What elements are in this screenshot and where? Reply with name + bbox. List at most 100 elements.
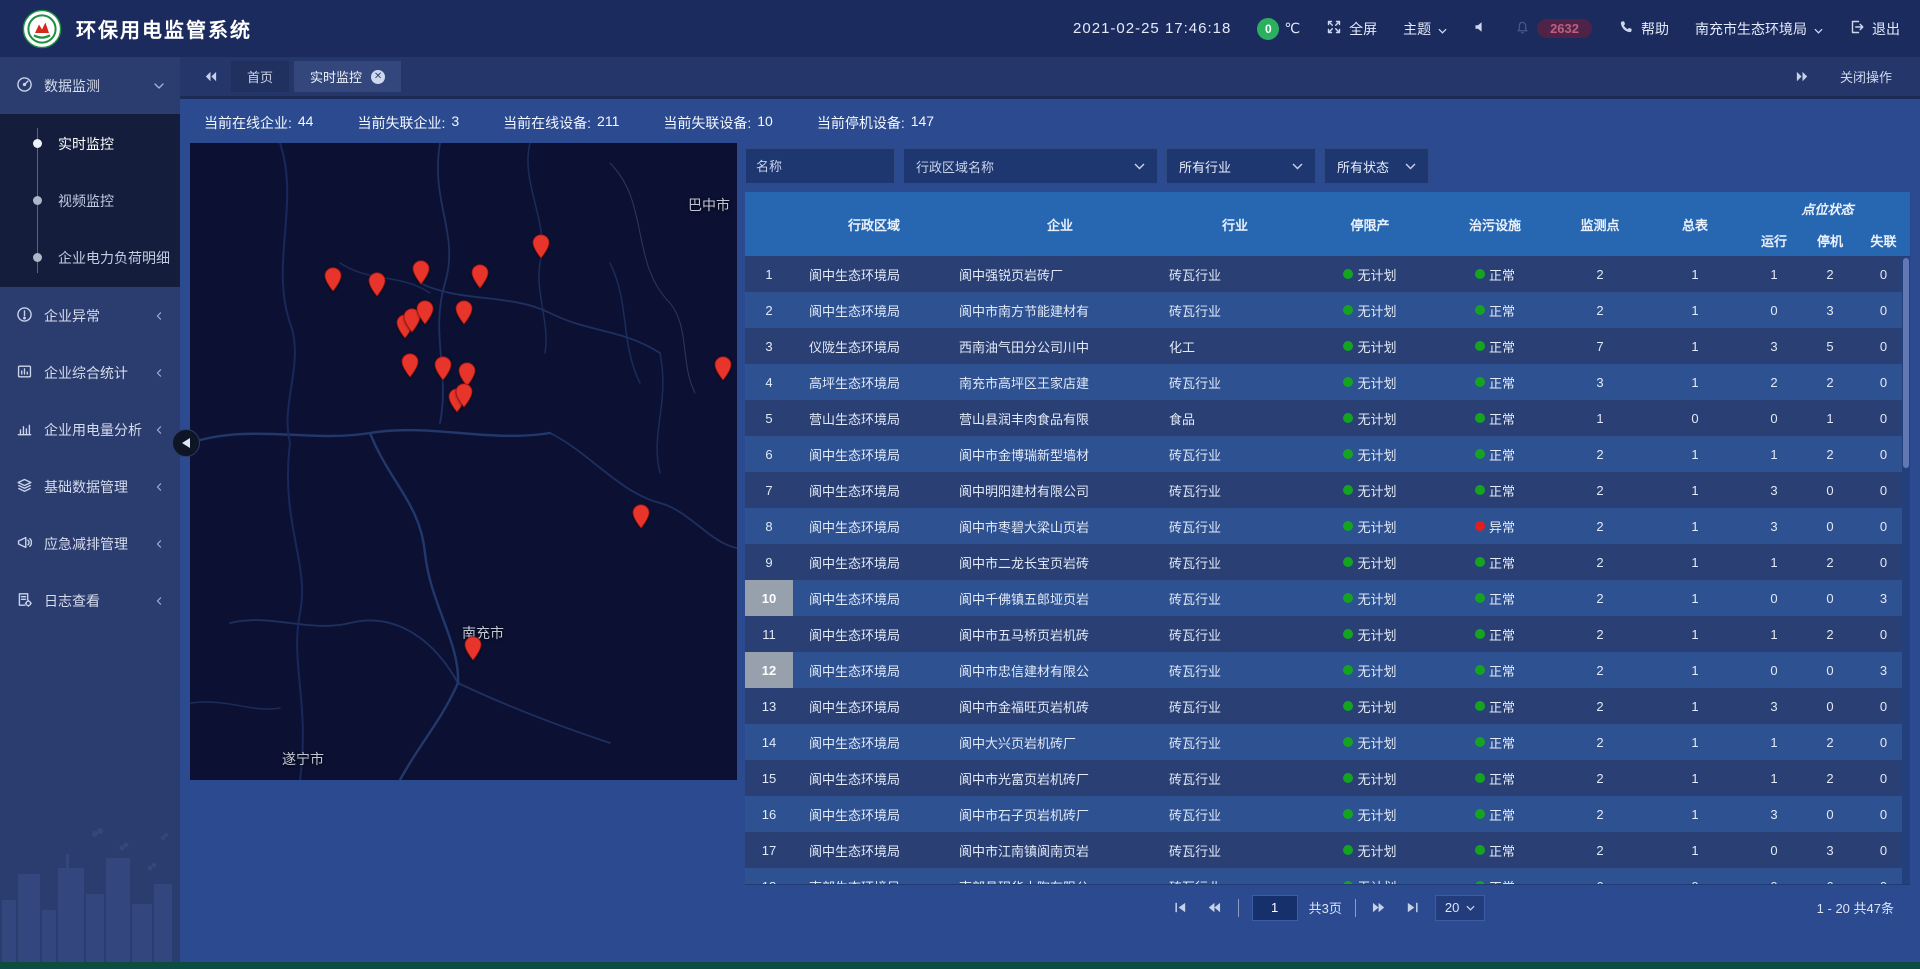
- facility-status-cell: 正常: [1435, 652, 1555, 688]
- table-row[interactable]: 18南部生态环境局南部县砚华土陶有限公砖瓦行业无计划正常60060: [745, 868, 1910, 884]
- help-button[interactable]: 帮助: [1618, 19, 1669, 39]
- prev-page-button[interactable]: [1203, 897, 1225, 919]
- table-row[interactable]: 1阆中生态环境局阆中强锐页岩砖厂砖瓦行业无计划正常21120: [745, 256, 1910, 292]
- table-row[interactable]: 15阆中生态环境局阆中市光富页岩机砖厂砖瓦行业无计划正常21120: [745, 760, 1910, 796]
- sidebar-subitem-label: 实时监控: [58, 134, 114, 154]
- tabs-scroll-right-button[interactable]: [1795, 63, 1810, 91]
- status-dot-icon: [1343, 269, 1353, 279]
- stop-count-cell: 3: [1803, 292, 1857, 328]
- status-dot-icon: [1343, 809, 1353, 819]
- region-cell: 仪陇生态环境局: [793, 328, 955, 364]
- company-cell: 阆中市枣碧大梁山页岩: [955, 508, 1165, 544]
- region-select[interactable]: 行政区域名称: [903, 148, 1158, 184]
- page-size-select[interactable]: 20: [1435, 895, 1485, 921]
- sidebar-item-label: 企业用电量分析: [44, 420, 142, 440]
- map-panel[interactable]: 巴中市南充市遂宁市: [190, 143, 737, 780]
- notification-area[interactable]: 2632: [1515, 19, 1592, 38]
- table-row[interactable]: 12阆中生态环境局阆中市忠信建材有限公砖瓦行业无计划正常21003: [745, 652, 1910, 688]
- page-number-input[interactable]: [1252, 895, 1298, 921]
- map-pin-icon[interactable]: [416, 300, 434, 325]
- table-scrollbar[interactable]: [1902, 256, 1910, 884]
- map-pin-icon[interactable]: [632, 504, 650, 529]
- company-cell: 阆中大兴页岩机砖厂: [955, 724, 1165, 760]
- facility-status-cell: 正常: [1435, 796, 1555, 832]
- table-row[interactable]: 8阆中生态环境局阆中市枣碧大梁山页岩砖瓦行业无计划异常21300: [745, 508, 1910, 544]
- total-count-cell: 0: [1645, 868, 1745, 884]
- name-search-input[interactable]: [745, 148, 895, 184]
- sidebar-item-2[interactable]: 企业综合统计: [0, 344, 180, 401]
- production-limit-label: 无计划: [1357, 553, 1396, 572]
- map-pin-icon[interactable]: [401, 353, 419, 378]
- production-limit-label: 无计划: [1357, 409, 1396, 428]
- table-row[interactable]: 6阆中生态环境局阆中市金博瑞新型墙材砖瓦行业无计划正常21120: [745, 436, 1910, 472]
- enterprise-table: 行政区域企业行业停限产治污设施监测点总表点位状态运行停机失联 1阆中生态环境局阆…: [745, 192, 1910, 930]
- table-row[interactable]: 4高坪生态环境局南充市高坪区王家店建砖瓦行业无计划正常31220: [745, 364, 1910, 400]
- table-row[interactable]: 3仪陇生态环境局西南油气田分公司川中化工无计划正常71350: [745, 328, 1910, 364]
- table-row[interactable]: 5营山生态环境局营山县润丰肉食品有限食品无计划正常10010: [745, 400, 1910, 436]
- sidebar-item-1[interactable]: 企业异常: [0, 287, 180, 344]
- map-pin-icon[interactable]: [368, 272, 386, 297]
- chevron-down-icon: [1134, 163, 1145, 170]
- logout-button[interactable]: 退出: [1849, 19, 1900, 39]
- stat-label: 当前失联企业:: [357, 113, 445, 133]
- row-number: 13: [745, 688, 793, 724]
- table-row[interactable]: 16阆中生态环境局阆中市石子页岩机砖厂砖瓦行业无计划正常21300: [745, 796, 1910, 832]
- table-row[interactable]: 17阆中生态环境局阆中市江南镇阆南页岩砖瓦行业无计划正常21030: [745, 832, 1910, 868]
- company-cell: 南充市高坪区王家店建: [955, 364, 1165, 400]
- sidebar-item-5[interactable]: 应急减排管理: [0, 515, 180, 572]
- tab-close-icon[interactable]: ✕: [371, 70, 385, 84]
- table-row[interactable]: 13阆中生态环境局阆中市金福旺页岩机砖砖瓦行业无计划正常21300: [745, 688, 1910, 724]
- total-count-cell: 1: [1645, 328, 1745, 364]
- tabs-scroll-left-button[interactable]: [194, 63, 226, 91]
- theme-dropdown[interactable]: 主题: [1403, 19, 1447, 39]
- sidebar-subitem-0[interactable]: 实时监控: [0, 115, 180, 172]
- tab-home[interactable]: 首页: [231, 61, 289, 92]
- table-row[interactable]: 14阆中生态环境局阆中大兴页岩机砖厂砖瓦行业无计划正常21120: [745, 724, 1910, 760]
- first-page-button[interactable]: [1170, 897, 1192, 919]
- fullscreen-button[interactable]: 全屏: [1326, 19, 1377, 39]
- phone-icon: [1618, 19, 1634, 38]
- tab-realtime-monitor[interactable]: 实时监控 ✕: [294, 61, 401, 92]
- mute-speaker-button[interactable]: [1473, 19, 1489, 38]
- last-page-button[interactable]: [1402, 897, 1424, 919]
- facility-status-cell: 正常: [1435, 868, 1555, 884]
- row-number: 1: [745, 256, 793, 292]
- table-row[interactable]: 10阆中生态环境局阆中千佛镇五郎垭页岩砖瓦行业无计划正常21003: [745, 580, 1910, 616]
- status-select[interactable]: 所有状态: [1324, 148, 1429, 184]
- sidebar-item-6[interactable]: 日志查看: [0, 572, 180, 629]
- scrollbar-thumb[interactable]: [1903, 258, 1909, 468]
- table-row[interactable]: 7阆中生态环境局阆中明阳建材有限公司砖瓦行业无计划正常21300: [745, 472, 1910, 508]
- map-pin-icon[interactable]: [471, 264, 489, 289]
- org-dropdown[interactable]: 南充市生态环境局: [1695, 19, 1823, 39]
- table-row[interactable]: 2阆中生态环境局阆中市南方节能建材有砖瓦行业无计划正常21030: [745, 292, 1910, 328]
- stop-count-cell: 0: [1803, 580, 1857, 616]
- map-pin-icon[interactable]: [532, 234, 550, 259]
- map-pin-icon[interactable]: [324, 267, 342, 292]
- industry-cell: 砖瓦行业: [1165, 544, 1305, 580]
- page-size-value: 20: [1445, 900, 1459, 915]
- sidebar-subitem-2[interactable]: 企业电力负荷明细: [0, 229, 180, 286]
- next-page-button[interactable]: [1369, 897, 1391, 919]
- table-row[interactable]: 11阆中生态环境局阆中市五马桥页岩机砖砖瓦行业无计划正常21120: [745, 616, 1910, 652]
- region-cell: 阆中生态环境局: [793, 508, 955, 544]
- sidebar-item-0[interactable]: 数据监测: [0, 57, 180, 114]
- sidebar-item-4[interactable]: 基础数据管理: [0, 458, 180, 515]
- sidebar-collapse-handle[interactable]: [172, 429, 200, 457]
- industry-select[interactable]: 所有行业: [1166, 148, 1316, 184]
- map-pin-icon[interactable]: [455, 383, 473, 408]
- close-operations-button[interactable]: 关闭操作: [1840, 67, 1892, 86]
- map-pin-icon[interactable]: [464, 636, 482, 661]
- region-cell: 阆中生态环境局: [793, 760, 955, 796]
- production-limit-label: 无计划: [1357, 625, 1396, 644]
- facility-status-cell: 正常: [1435, 472, 1555, 508]
- map-pin-icon[interactable]: [714, 356, 732, 381]
- map-pin-icon[interactable]: [434, 356, 452, 381]
- table-row[interactable]: 9阆中生态环境局阆中市二龙长宝页岩砖砖瓦行业无计划正常21120: [745, 544, 1910, 580]
- sidebar-item-3[interactable]: 企业用电量分析: [0, 401, 180, 458]
- column-group-header: 点位状态: [1745, 192, 1910, 224]
- map-pin-icon[interactable]: [455, 300, 473, 325]
- monitor-count-cell: 2: [1555, 832, 1645, 868]
- sidebar-subitem-1[interactable]: 视频监控: [0, 172, 180, 229]
- map-pin-icon[interactable]: [412, 260, 430, 285]
- facility-status-label: 正常: [1489, 733, 1515, 752]
